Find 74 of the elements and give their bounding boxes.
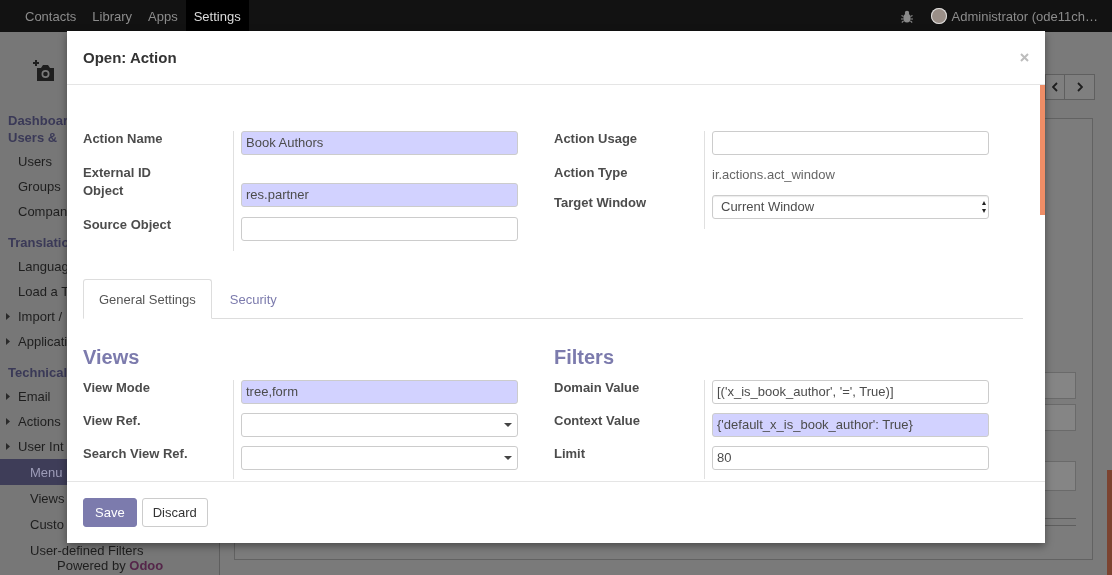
- field-label: View Ref.: [83, 413, 141, 430]
- field-label: Action Usage: [554, 131, 638, 148]
- table-row: [1044, 461, 1076, 491]
- field-label: Context Value: [554, 413, 640, 430]
- tab[interactable]: General Settings: [83, 279, 212, 319]
- sidebar-heading[interactable]: Dashboar: [0, 112, 68, 129]
- close-icon[interactable]: [1020, 53, 1029, 62]
- caret-icon: [504, 423, 512, 427]
- chevron-left-icon: [1052, 82, 1058, 92]
- camera-icon[interactable]: [33, 60, 55, 82]
- dropdown-field[interactable]: [241, 446, 518, 470]
- text-field[interactable]: res.partner: [241, 183, 518, 207]
- sidebar-item[interactable]: Import /: [0, 304, 67, 329]
- sidebar-item[interactable]: Views: [0, 485, 67, 511]
- discard-button[interactable]: Discard: [141, 498, 208, 527]
- field-label: Action Type: [554, 165, 628, 182]
- sidebar-heading[interactable]: Technical: [0, 364, 67, 381]
- user-avatar[interactable]: [930, 8, 947, 24]
- caret-icon: [6, 443, 10, 450]
- sidebar-item[interactable]: Custo: [0, 511, 67, 537]
- section-heading: Filters: [554, 345, 615, 369]
- section-heading: Views: [83, 345, 140, 369]
- text-field[interactable]: [241, 217, 518, 241]
- chevron-right-icon: [1076, 82, 1083, 92]
- sidebar-item[interactable]: Users: [0, 149, 67, 174]
- field-label: Object: [83, 183, 124, 200]
- field-label: Search View Ref.: [83, 446, 188, 463]
- sidebar-item[interactable]: Applicati: [0, 329, 68, 354]
- save-button[interactable]: Save: [83, 498, 137, 527]
- caret-icon: [6, 313, 10, 320]
- bug-icon[interactable]: [900, 9, 913, 23]
- text-field[interactable]: [712, 131, 989, 155]
- caret-icon: [6, 418, 10, 425]
- sidebar-item[interactable]: User Int: [0, 434, 67, 459]
- field-label: Domain Value: [554, 380, 640, 397]
- dialog-title: Open: Action: [83, 49, 177, 66]
- previous-button[interactable]: [1045, 74, 1064, 100]
- sidebar-item[interactable]: Compan: [0, 199, 68, 224]
- sidebar-item[interactable]: Groups: [0, 174, 67, 199]
- text-field[interactable]: {'default_x_is_book_author': True}: [712, 413, 989, 437]
- text-field[interactable]: [('x_is_book_author', '=', True)]: [712, 380, 989, 404]
- field-label: Action Name: [83, 131, 163, 148]
- text-field[interactable]: Book Authors: [241, 131, 518, 155]
- sidebar-item[interactable]: Actions: [0, 409, 67, 434]
- user-name[interactable]: Administrator (ode11ch…: [951, 8, 1098, 24]
- sidebar-item[interactable]: Email: [0, 384, 67, 409]
- select-arrows-icon: [982, 201, 986, 213]
- powered-by-text: Powered by Odoo: [56, 558, 164, 573]
- field-label: Limit: [554, 446, 586, 463]
- sidebar-heading[interactable]: Translatio: [0, 234, 70, 251]
- table-row: [1044, 372, 1076, 399]
- app-menu-item[interactable]: Contacts: [17, 0, 85, 32]
- app-menu-item[interactable]: Library: [84, 0, 141, 32]
- field-label: Source Object: [83, 217, 172, 234]
- field-label: View Mode: [83, 380, 150, 397]
- text-field[interactable]: 80: [712, 446, 989, 470]
- text-field[interactable]: tree,form: [241, 380, 518, 404]
- select-field[interactable]: Current Window: [712, 195, 989, 219]
- scrollbar-thumb[interactable]: [1107, 470, 1112, 575]
- sidebar-item[interactable]: Menu: [0, 459, 67, 485]
- next-button[interactable]: [1064, 74, 1095, 100]
- caret-icon: [6, 393, 10, 400]
- caret-icon: [504, 456, 512, 460]
- sidebar-heading[interactable]: Users &: [0, 129, 58, 146]
- app-menu-item[interactable]: Apps: [140, 0, 186, 32]
- field-label: External ID: [83, 165, 151, 182]
- dropdown-field[interactable]: [241, 413, 518, 437]
- app-menu-item[interactable]: Settings: [185, 0, 249, 32]
- field-label: Target Window: [554, 195, 647, 212]
- field-value: ir.actions.act_window: [712, 167, 835, 182]
- scrollbar-thumb[interactable]: [1040, 85, 1045, 215]
- caret-icon: [6, 338, 10, 345]
- tab[interactable]: Security: [213, 279, 293, 319]
- table-row: [1044, 404, 1076, 431]
